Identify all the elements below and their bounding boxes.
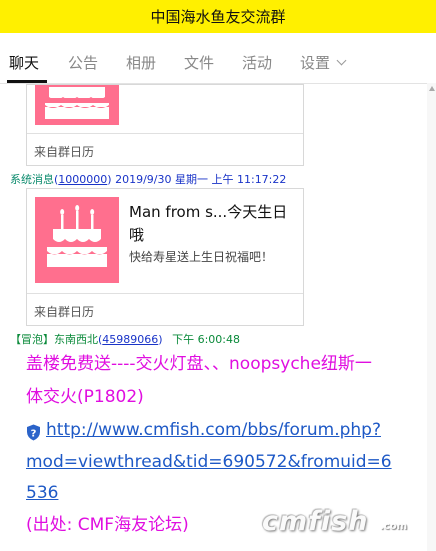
tab-bar: 聊天 公告 相册 文件 活动 设置 [0, 33, 436, 84]
active-tab-indicator [7, 80, 47, 83]
tab-activity[interactable]: 活动 [242, 52, 272, 73]
chevron-down-icon[interactable] [336, 55, 347, 66]
post-url-link[interactable]: http://www.cmfish.com/bbs/forum.php? [46, 414, 381, 446]
cmfish-watermark-logo: cmfish [262, 506, 369, 537]
birthday-card-title: Man from s...今天生日哦 [129, 203, 288, 244]
sender-uid-link[interactable]: 1000000 [58, 173, 107, 186]
tab-settings[interactable]: 设置 [300, 52, 330, 73]
svg-text:?: ? [31, 429, 37, 440]
card-source-label: 来自群日历 [34, 145, 95, 159]
calendar-card-previous[interactable]: 来自群日历 [26, 84, 304, 166]
sender-name[interactable]: 系统消息 [10, 173, 54, 186]
message-timestamp: 2019/9/30 星期一 上午 11:17:22 [115, 173, 287, 186]
scrollbar[interactable] [427, 83, 436, 551]
member-badge: 【冒泡】 [10, 333, 54, 346]
birthday-card[interactable]: Man from s...今天生日哦 快给寿星送上生日祝福吧！ 来自群日历 [26, 188, 304, 326]
card-source-label: 来自群日历 [34, 305, 95, 319]
member-message-header: 【冒泡】东南西北(45989066) 下午 6:00:48 [10, 333, 240, 346]
tab-chat[interactable]: 聊天 [9, 52, 39, 73]
shield-question-icon: ? [27, 424, 40, 441]
post-source-text: (出处: CMF海友论坛) [26, 515, 189, 535]
post-url-link[interactable]: 536 [26, 477, 58, 509]
tab-album[interactable]: 相册 [126, 52, 156, 73]
sender-name[interactable]: 东南西北 [54, 333, 98, 346]
message-text-line: 体交火(P1802) [26, 387, 144, 407]
system-message-header: 系统消息(1000000) 2019/9/30 星期一 上午 11:17:22 [10, 173, 287, 186]
birthday-card-subtitle: 快给寿星送上生日祝福吧！ [129, 250, 274, 264]
tab-announcement[interactable]: 公告 [68, 52, 98, 73]
post-url-link[interactable]: mod=viewthread&tid=690572&fromuid=6 [26, 446, 392, 478]
window-title: 中国海水鱼友交流群 [0, 0, 436, 33]
tab-files[interactable]: 文件 [184, 52, 214, 73]
birthday-cake-icon [35, 197, 119, 283]
watermark-domain: .com [380, 521, 408, 532]
message-timestamp: 下午 6:00:48 [172, 333, 240, 346]
message-text-line: 盖楼免费送----交火灯盘、、noopsyche纽斯一 [26, 354, 372, 374]
scroll-up-arrow-icon[interactable] [429, 86, 435, 91]
sender-uid-link[interactable]: 45989066 [102, 333, 158, 346]
birthday-cake-icon [35, 85, 119, 125]
